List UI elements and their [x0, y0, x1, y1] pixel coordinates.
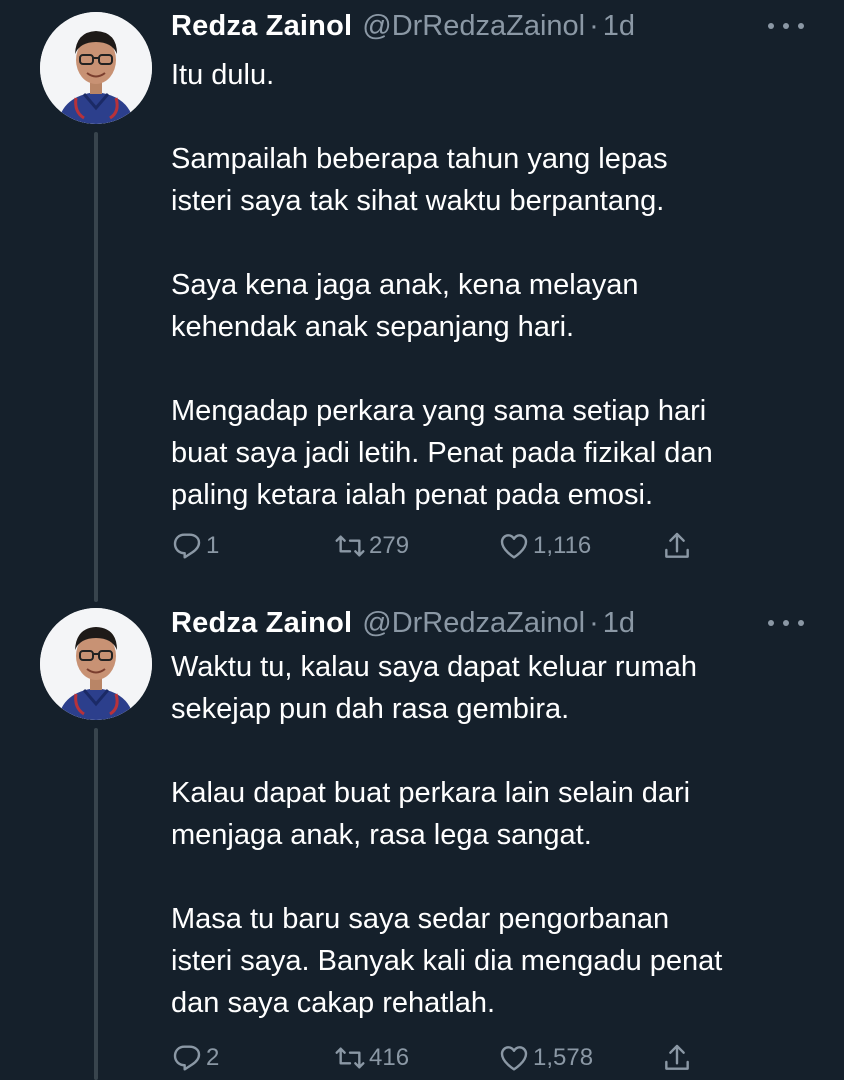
tweet-text: Waktu tu, kalau saya dapat keluar rumah s…	[171, 646, 821, 1024]
tweet-paragraph: Masa tu baru saya sedar pengorbanan ister…	[171, 903, 723, 1019]
thread-line	[94, 728, 98, 1080]
retweet-count: 416	[369, 1044, 410, 1071]
share-icon	[665, 1044, 689, 1070]
tweet-paragraph: Sampailah beberapa tahun yang lepas ister…	[171, 143, 668, 217]
like-button[interactable]: 1,116	[498, 528, 591, 564]
tweet-header: Redza Zainol @DrRedzaZainol · 1d	[171, 6, 635, 46]
thread-line	[94, 132, 98, 602]
reply-icon	[173, 1045, 201, 1071]
tweet[interactable]: Redza Zainol @DrRedzaZainol · 1d Waktu t…	[0, 600, 844, 1080]
tweet-actions: 1 279 1,116	[171, 528, 711, 564]
author-handle[interactable]: @DrRedzaZainol	[362, 10, 585, 43]
author-handle[interactable]: @DrRedzaZainol	[362, 607, 585, 640]
reply-button[interactable]: 2	[171, 1040, 219, 1076]
tweet-actions: 2 416 1,578	[171, 1040, 711, 1076]
like-button[interactable]: 1,578	[498, 1040, 593, 1076]
heart-icon	[500, 534, 528, 559]
share-icon	[665, 532, 689, 558]
retweet-icon	[335, 1047, 365, 1069]
timestamp[interactable]: 1d	[603, 10, 635, 43]
retweet-count: 279	[369, 532, 410, 559]
avatar-image	[40, 12, 152, 124]
separator: ·	[589, 9, 599, 42]
tweet-paragraph: Saya kena jaga anak, kena melayan kehenda…	[171, 269, 639, 343]
author-name[interactable]: Redza Zainol	[171, 607, 352, 640]
tweet-paragraph: Itu dulu.	[171, 59, 275, 91]
avatar[interactable]	[40, 608, 152, 720]
tweet-text: Itu dulu. Sampailah beberapa tahun yang l…	[171, 54, 821, 516]
heart-icon	[500, 1046, 528, 1071]
like-count: 1,116	[533, 532, 592, 559]
like-count: 1,578	[533, 1044, 594, 1071]
reply-count: 1	[206, 532, 220, 559]
reply-icon	[173, 533, 201, 559]
reply-button[interactable]: 1	[171, 528, 219, 564]
separator: ·	[589, 606, 599, 639]
share-button[interactable]	[661, 528, 693, 564]
retweet-button[interactable]: 279	[334, 528, 409, 564]
more-icon[interactable]	[768, 16, 804, 36]
tweet[interactable]: Redza Zainol @DrRedzaZainol · 1d Itu dul…	[0, 0, 844, 602]
avatar-image	[40, 608, 152, 720]
retweet-icon	[335, 535, 365, 557]
tweet-paragraph: Mengadap perkara yang sama setiap hari bu…	[171, 395, 713, 511]
tweet-header: Redza Zainol @DrRedzaZainol · 1d	[171, 603, 635, 643]
more-icon[interactable]	[768, 613, 804, 633]
share-button[interactable]	[661, 1040, 693, 1076]
avatar[interactable]	[40, 12, 152, 124]
tweet-paragraph: Waktu tu, kalau saya dapat keluar rumah s…	[171, 651, 698, 725]
timestamp[interactable]: 1d	[603, 607, 635, 640]
retweet-button[interactable]: 416	[334, 1040, 409, 1076]
author-name[interactable]: Redza Zainol	[171, 10, 352, 43]
tweet-paragraph: Kalau dapat buat perkara lain selain dar…	[171, 777, 691, 851]
reply-count: 2	[206, 1044, 220, 1071]
